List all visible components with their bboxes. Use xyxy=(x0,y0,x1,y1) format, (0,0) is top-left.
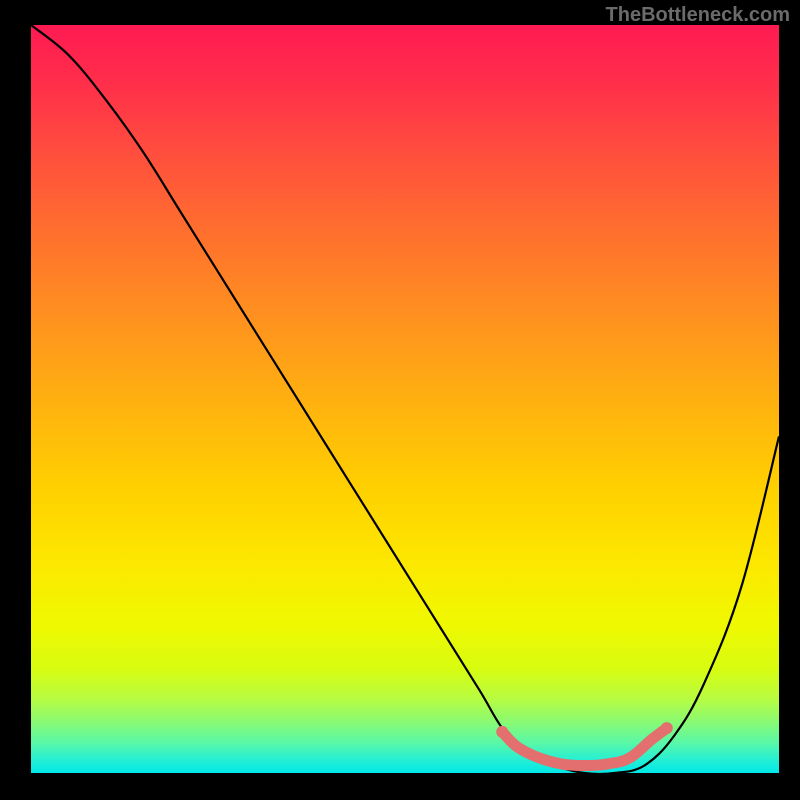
sweet-spot-band xyxy=(502,728,667,765)
bottleneck-curve-line xyxy=(31,25,779,773)
chart-plot-area xyxy=(31,25,779,773)
watermark-text: TheBottleneck.com xyxy=(606,4,790,27)
chart-svg xyxy=(31,25,779,773)
sweet-spot-dot-right xyxy=(661,722,673,734)
sweet-spot-dot-left xyxy=(496,726,508,738)
